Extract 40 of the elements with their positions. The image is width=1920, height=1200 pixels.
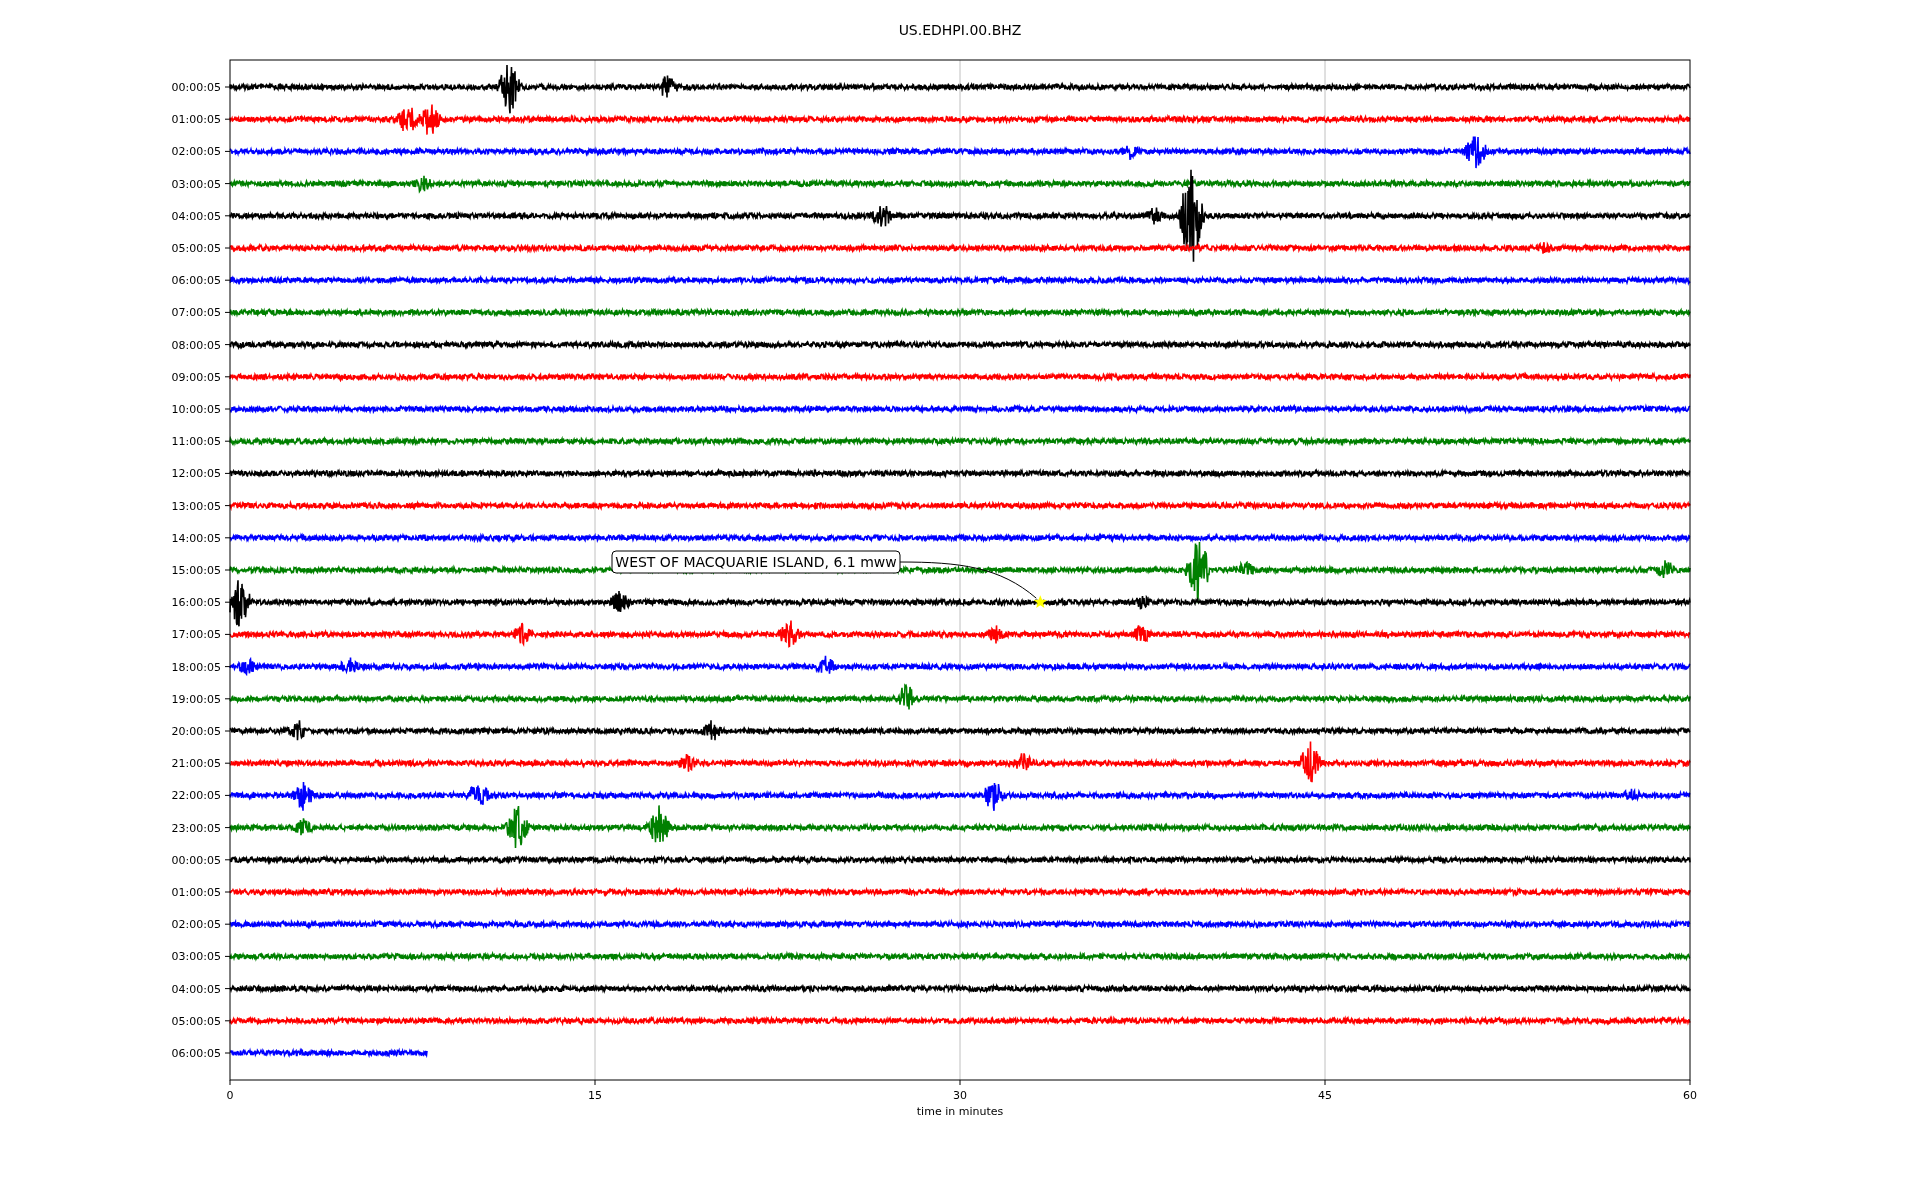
row-time-label: 05:00:05 xyxy=(171,1014,221,1028)
row-time-label: 20:00:05 xyxy=(171,725,221,738)
chart-title: US.EDHPI.00.BHZ xyxy=(898,22,1022,38)
row-time-label: 04:00:05 xyxy=(171,209,221,223)
row-time-label: 06:00:05 xyxy=(171,1047,221,1060)
row-time-label: 19:00:05 xyxy=(171,692,221,706)
row-time-label: 14:00:05 xyxy=(171,531,221,545)
row-time-label: 07:00:05 xyxy=(171,306,221,320)
row-time-label: 23:00:05 xyxy=(171,821,221,835)
x-tick-label: 45 xyxy=(1318,1089,1332,1102)
row-time-label: 17:00:05 xyxy=(171,628,221,642)
row-time-label: 08:00:05 xyxy=(171,338,221,352)
row-time-label: 21:00:05 xyxy=(171,757,221,771)
row-time-label: 18:00:05 xyxy=(171,660,221,674)
row-time-label: 13:00:05 xyxy=(171,499,221,513)
row-time-label: 02:00:05 xyxy=(171,145,221,159)
row-time-label: 22:00:05 xyxy=(171,789,221,803)
row-time-label: 11:00:05 xyxy=(171,435,221,449)
row-time-label: 04:00:05 xyxy=(171,982,221,996)
x-tick-label: 15 xyxy=(588,1089,602,1102)
row-time-label: 03:00:05 xyxy=(171,177,221,191)
row-time-label: 01:00:05 xyxy=(171,113,221,127)
row-time-label: 00:00:05 xyxy=(171,81,221,94)
row-time-label: 03:00:05 xyxy=(171,950,221,964)
row-time-label: 12:00:05 xyxy=(171,467,221,481)
x-tick-label: 60 xyxy=(1683,1089,1697,1102)
row-time-label: 06:00:05 xyxy=(171,274,221,288)
annotation-label: WEST OF MACQUARIE ISLAND, 6.1 mww xyxy=(611,550,901,574)
row-time-label: 05:00:05 xyxy=(171,242,221,255)
row-time-label: 09:00:05 xyxy=(171,370,221,384)
row-time-label: 15:00:05 xyxy=(171,564,221,577)
row-time-label: 16:00:05 xyxy=(171,596,221,610)
x-axis-label: time in minutes xyxy=(916,1105,1004,1118)
row-time-label: 00:00:05 xyxy=(171,853,221,867)
star-icon xyxy=(1033,595,1047,608)
row-time-label: 01:00:05 xyxy=(171,886,221,899)
x-tick-label: 30 xyxy=(953,1089,967,1102)
x-tick-label: 0 xyxy=(226,1089,234,1102)
row-time-label: 02:00:05 xyxy=(171,918,221,932)
row-time-label: 10:00:05 xyxy=(171,403,221,416)
